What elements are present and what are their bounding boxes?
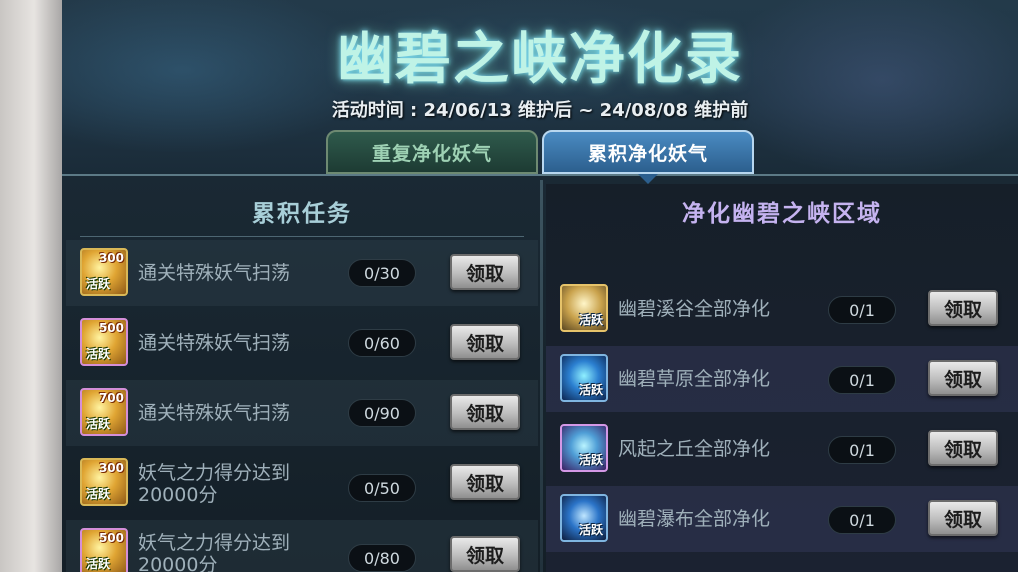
task-progress: 0/30 [348,259,416,287]
area-row: 活跃 幽碧草原全部净化 0/1 领取 [546,346,1018,412]
reward-amount: 300 [98,251,124,265]
task-progress: 0/90 [348,399,416,427]
reward-amount: 700 [98,391,124,405]
claim-button[interactable]: 领取 [928,500,998,536]
reward-tag: 活跃 [86,347,111,361]
tab-cumulative-purify[interactable]: 累积净化妖气 [542,130,754,174]
task-label-line1: 妖气之力得分达到 [138,462,291,484]
area-row: 活跃 幽碧瀑布全部净化 0/1 领取 [546,486,1018,552]
event-banner: 幽碧之峡净化录 活动时间 : 24/06/13 维护后 ~ 24/08/08 维… [62,0,1018,176]
reward-tag: 活跃 [86,277,111,291]
cumulative-tasks-panel: 累积任务 300 活跃 通关特殊妖气扫荡 0/30 领取 500 活跃 通关特殊… [66,184,538,572]
reward-tag: 活跃 [578,383,603,397]
activity-reward-icon: 300 活跃 [80,458,128,506]
task-row: 300 活跃 通关特殊妖气扫荡 0/30 领取 [66,240,538,306]
area-progress: 0/1 [828,436,896,464]
claim-button[interactable]: 领取 [928,290,998,326]
claim-button[interactable]: 领取 [928,360,998,396]
area-progress: 0/1 [828,506,896,534]
task-progress: 0/60 [348,329,416,357]
reward-amount: 500 [98,321,124,335]
claim-button[interactable]: 领取 [450,254,520,290]
claim-button[interactable]: 领取 [450,394,520,430]
reward-tag: 活跃 [86,417,111,431]
reward-tag: 活跃 [578,453,603,467]
task-label: 通关特殊妖气扫荡 [138,332,291,354]
activity-reward-icon: 300 活跃 [80,248,128,296]
activity-reward-icon: 700 活跃 [80,388,128,436]
area-label: 幽碧瀑布全部净化 [618,508,771,530]
area-label: 幽碧溪谷全部净化 [618,298,771,320]
area-progress: 0/1 [828,296,896,324]
task-label: 妖气之力得分达到 20000分 [138,532,290,572]
area-label: 风起之丘全部净化 [618,438,771,460]
window-frame-edge [0,0,62,572]
reward-tag: 活跃 [86,557,111,571]
area-row: 活跃 幽碧溪谷全部净化 0/1 领取 [546,276,1018,342]
reward-tag: 活跃 [86,487,111,501]
area-progress: 0/1 [828,366,896,394]
ice-emblem-icon: 活跃 [560,494,608,542]
claim-button[interactable]: 领取 [450,464,520,500]
reward-amount: 300 [98,461,124,475]
treasure-chest-icon: 活跃 [560,284,608,332]
task-progress: 0/50 [348,474,416,502]
task-label: 妖气之力得分达到 20000分 [138,462,290,506]
claim-button[interactable]: 领取 [450,536,520,572]
cumulative-tasks-title: 累积任务 [252,200,352,227]
claim-button[interactable]: 领取 [928,430,998,466]
task-progress: 0/80 [348,544,416,572]
purify-area-panel: 净化幽碧之峡区域 活跃 幽碧溪谷全部净化 0/1 领取 活跃 幽碧草原全部净化 … [546,184,1018,572]
task-row: 500 活跃 通关特殊妖气扫荡 0/60 领取 [66,310,538,376]
area-row: 活跃 风起之丘全部净化 0/1 领取 [546,416,1018,482]
tab-repeat-purify[interactable]: 重复净化妖气 [326,130,538,174]
task-row: 500 活跃 妖气之力得分达到 20000分 0/80 领取 [66,520,538,572]
task-label-line1: 妖气之力得分达到 [138,532,291,554]
activity-reward-icon: 500 活跃 [80,528,128,572]
panel-divider [540,180,543,572]
reward-amount: 500 [98,531,124,545]
crystal-box-icon: 活跃 [560,424,608,472]
task-label-line2: 20000分 [138,484,218,506]
task-row: 700 活跃 通关特殊妖气扫荡 0/90 领取 [66,380,538,446]
task-row: 300 活跃 妖气之力得分达到 20000分 0/50 领取 [66,450,538,516]
task-label: 通关特殊妖气扫荡 [138,402,291,424]
task-label: 通关特殊妖气扫荡 [138,262,291,284]
active-tab-pointer [638,174,658,184]
task-label-line2: 20000分 [138,554,218,572]
reward-tag: 活跃 [578,313,603,327]
reward-tag: 活跃 [578,523,603,537]
event-date-range: 活动时间 : 24/06/13 维护后 ~ 24/08/08 维护前 [331,100,749,121]
activity-reward-icon: 500 活跃 [80,318,128,366]
tab-underline [62,174,1018,176]
area-label: 幽碧草原全部净化 [618,368,771,390]
event-title: 幽碧之峡净化录 [337,26,743,92]
purify-area-title: 净化幽碧之峡区域 [682,200,882,227]
claim-button[interactable]: 领取 [450,324,520,360]
title-divider [80,236,524,237]
spirit-emblem-icon: 活跃 [560,354,608,402]
event-window: 幽碧之峡净化录 活动时间 : 24/06/13 维护后 ~ 24/08/08 维… [62,0,1018,572]
